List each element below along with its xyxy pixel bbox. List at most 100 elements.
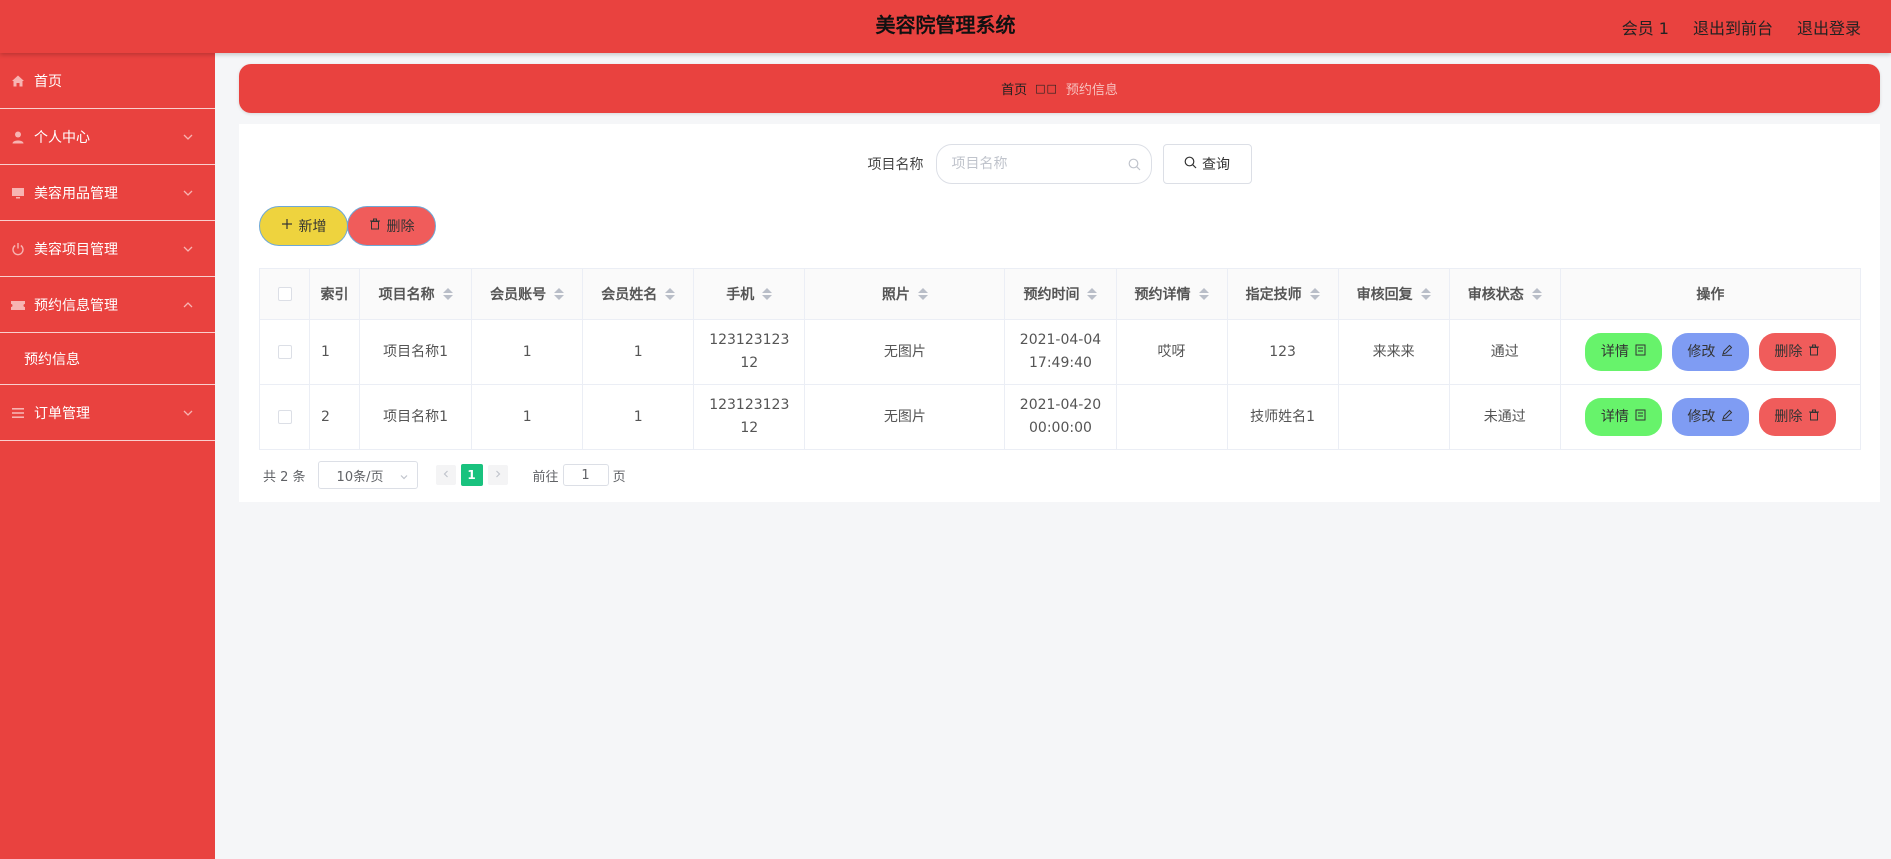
sort-icon[interactable] [762, 288, 773, 300]
cell-status: 未通过 [1448, 384, 1561, 450]
query-button[interactable]: 查询 [1162, 144, 1252, 184]
action-bar: 新增 删除 [259, 206, 436, 246]
delete-button[interactable]: 删除 [1758, 333, 1836, 371]
cell-account: 1 [471, 319, 584, 385]
pencil-icon [1721, 341, 1733, 364]
prev-page-button[interactable] [435, 465, 456, 485]
search-label: 项目名称 [867, 157, 924, 173]
column-header[interactable]: 照片 [804, 268, 1006, 320]
select-all-checkbox[interactable] [277, 287, 292, 301]
cell-name: 1 [582, 384, 695, 450]
chevron-left-icon [441, 468, 451, 483]
cell-operations: 详情 修改 删除 [1559, 384, 1862, 450]
column-header[interactable]: 手机 [693, 268, 806, 320]
breadcrumb-separator: □□ [1035, 82, 1058, 95]
row-checkbox[interactable] [277, 409, 292, 424]
cell-time: 2021-04-20 00:00:00 [1004, 384, 1117, 450]
cell-project: 项目名称1 [359, 319, 473, 385]
column-header[interactable]: 会员姓名 [582, 268, 695, 320]
query-button-label: 查询 [1202, 157, 1230, 173]
edit-button[interactable]: 修改 [1671, 398, 1749, 436]
user-icon [10, 129, 26, 145]
breadcrumb-home[interactable]: 首页 [1001, 79, 1027, 98]
goto-page-input[interactable] [562, 464, 609, 486]
sidebar-item-label: 美容项目管理 [34, 241, 118, 258]
column-header[interactable]: 审核状态 [1448, 268, 1561, 320]
sort-icon[interactable] [554, 288, 565, 300]
sort-icon[interactable] [1198, 288, 1209, 300]
table-row: 1 项目名称1 1 1 12312312312 无图片 2021-04-04 1… [258, 319, 1862, 385]
chevron-right-icon [493, 468, 503, 483]
sidebar-item-supplies[interactable]: 美容用品管理 [0, 165, 215, 221]
user-name[interactable]: 会员 1 [1622, 15, 1669, 39]
sidebar-item-profile[interactable]: 个人中心 [0, 109, 215, 165]
cell-detail: 哎呀 [1115, 319, 1228, 385]
detail-button[interactable]: 详情 [1584, 398, 1662, 436]
cell-technician: 技师姓名1 [1226, 384, 1339, 450]
cell-detail [1115, 384, 1228, 450]
delete-button[interactable]: 删除 [1758, 398, 1836, 436]
logout-link[interactable]: 退出登录 [1797, 15, 1861, 39]
column-header[interactable]: 会员账号 [471, 268, 584, 320]
sidebar: 首页 个人中心 美容用品管理 美容项目管理 预约信息管理 预约信息 订单管理 [0, 53, 215, 859]
table-row: 2 项目名称1 1 1 12312312312 无图片 2021-04-20 0… [258, 384, 1862, 450]
appointment-table: 索引 项目名称 会员账号 会员姓名 手机 照片 预约时间 预约详情 指定技师 审… [258, 268, 1862, 450]
page-number-active[interactable]: 1 [460, 464, 483, 486]
total-count: 共 2 条 [263, 469, 306, 485]
sidebar-item-projects[interactable]: 美容项目管理 [0, 221, 215, 277]
detail-button[interactable]: 详情 [1584, 333, 1662, 371]
header-actions: 会员 1 退出到前台 退出登录 [1622, 0, 1861, 53]
add-button-label: 新增 [298, 219, 327, 235]
batch-delete-button[interactable]: 删除 [347, 206, 436, 246]
page-size-select[interactable]: 10条/页 [317, 461, 418, 489]
pagination: 共 2 条 10条/页 1 前往 页 [263, 461, 626, 489]
cell-index: 1 [309, 319, 361, 385]
top-bar: 美容院管理系统 会员 1 退出到前台 退出登录 [0, 0, 1891, 53]
sort-icon[interactable] [665, 288, 676, 300]
column-header[interactable]: 指定技师 [1226, 268, 1339, 320]
home-icon [10, 73, 26, 89]
list-icon [10, 405, 26, 421]
cell-time: 2021-04-04 17:49:40 [1004, 319, 1117, 385]
sort-icon[interactable] [1420, 288, 1431, 300]
sidebar-item-home[interactable]: 首页 [0, 53, 215, 109]
app-title: 美容院管理系统 [875, 13, 1016, 37]
breadcrumb: 首页 □□ 预约信息 [239, 64, 1880, 113]
cell-status: 通过 [1448, 319, 1561, 385]
search-input[interactable] [951, 156, 1112, 172]
cell-operations: 详情 修改 删除 [1559, 319, 1862, 385]
column-header[interactable]: 预约详情 [1115, 268, 1228, 320]
pencil-icon [1721, 406, 1733, 429]
to-front-link[interactable]: 退出到前台 [1693, 15, 1773, 39]
cell-phone: 12312312312 [693, 384, 806, 450]
sidebar-item-label: 首页 [34, 73, 62, 90]
column-header[interactable]: 项目名称 [359, 268, 473, 320]
column-header[interactable]: 预约时间 [1004, 268, 1117, 320]
row-checkbox[interactable] [277, 344, 292, 359]
trash-icon [1808, 341, 1820, 364]
sidebar-item-label: 预约信息管理 [34, 297, 118, 314]
cell-photo: 无图片 [804, 319, 1006, 385]
sort-icon[interactable] [1309, 288, 1320, 300]
column-header[interactable]: 审核回复 [1337, 268, 1450, 320]
document-icon [1635, 341, 1646, 364]
sort-icon[interactable] [917, 288, 928, 300]
sort-icon[interactable] [1531, 288, 1542, 300]
cell-project: 项目名称1 [359, 384, 473, 450]
cell-account: 1 [471, 384, 584, 450]
sidebar-item-orders[interactable]: 订单管理 [0, 385, 215, 441]
sidebar-item-appointments[interactable]: 预约信息管理 [0, 277, 215, 333]
edit-button[interactable]: 修改 [1671, 333, 1749, 371]
sort-icon[interactable] [1087, 288, 1098, 300]
cell-reply [1337, 384, 1450, 450]
sidebar-subitem-appointment-info[interactable]: 预约信息 [0, 333, 215, 385]
add-button[interactable]: 新增 [259, 206, 348, 246]
sort-icon[interactable] [442, 288, 453, 300]
cell-technician: 123 [1226, 319, 1339, 385]
plus-icon [281, 218, 293, 234]
select-all-cell [258, 268, 311, 320]
search-field[interactable] [935, 144, 1152, 184]
cell-photo: 无图片 [804, 384, 1006, 450]
next-page-button[interactable] [487, 465, 508, 485]
column-header: 索引 [309, 268, 361, 320]
